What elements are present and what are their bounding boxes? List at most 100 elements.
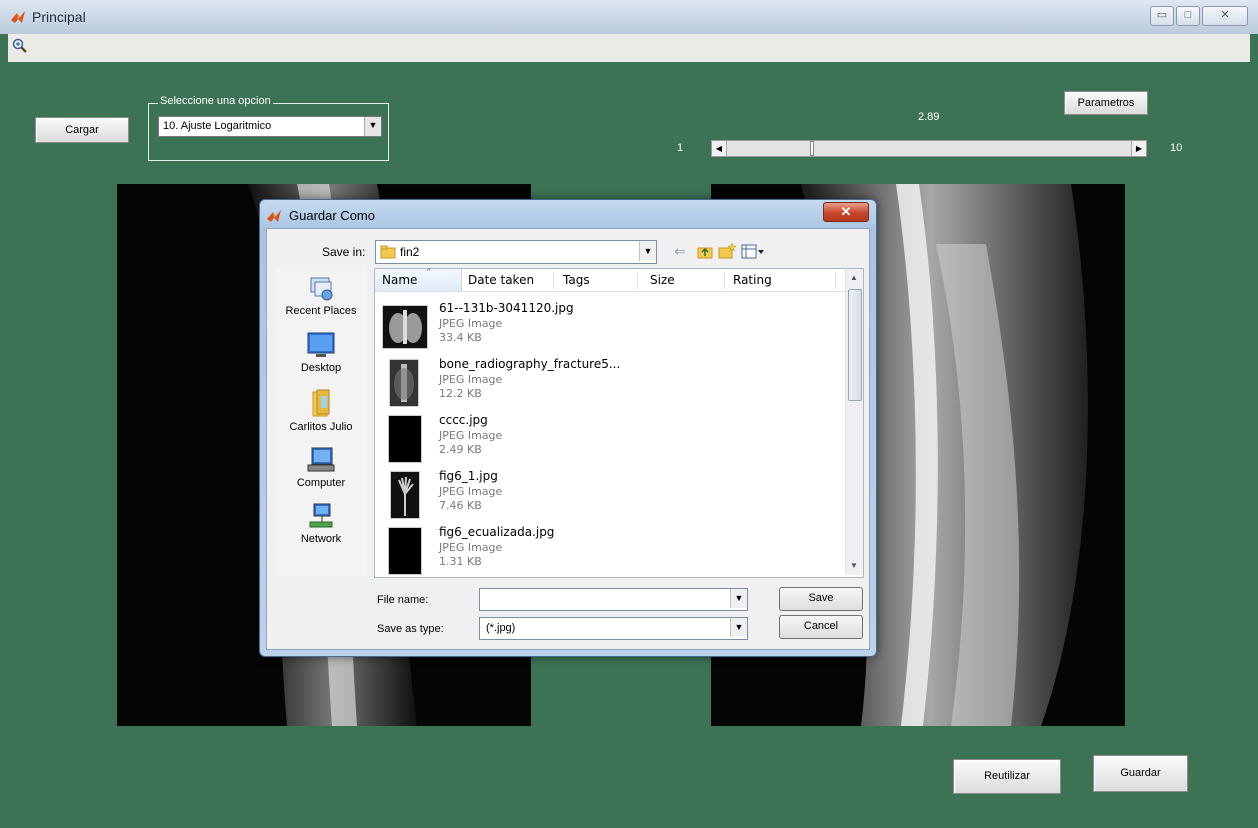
column-header-row: Name ^ Date taken Tags Size Rating bbox=[375, 267, 845, 292]
recent-places-icon bbox=[310, 277, 333, 301]
save-in-value: fin2 bbox=[400, 245, 420, 259]
file-name: cccc.jpg bbox=[439, 413, 488, 427]
matlab-icon bbox=[11, 11, 25, 23]
file-name: fig6_1.jpg bbox=[439, 469, 498, 483]
save-in-dropdown[interactable]: fin2 ▼ bbox=[375, 240, 657, 264]
network-icon bbox=[309, 503, 333, 528]
chevron-down-icon[interactable]: ▼ bbox=[730, 589, 747, 608]
matlab-icon bbox=[267, 210, 281, 222]
file-row[interactable]: fig6_1.jpg JPEG Image 7.46 KB bbox=[375, 469, 845, 521]
place-label: Recent Places bbox=[285, 305, 357, 317]
file-thumbnail bbox=[389, 359, 419, 407]
file-name: bone_radiography_fracture5... bbox=[439, 357, 621, 371]
dialog-close-button[interactable]: ✕ bbox=[823, 202, 869, 222]
chevron-down-icon[interactable]: ▼ bbox=[730, 618, 747, 637]
place-carlitos-julio[interactable]: Carlitos Julio bbox=[275, 388, 367, 433]
file-type: JPEG Image bbox=[439, 317, 503, 330]
cancel-button[interactable]: Cancel bbox=[779, 615, 863, 639]
slider-min-label: 1 bbox=[677, 142, 684, 154]
reutilizar-button[interactable]: Reutilizar bbox=[953, 759, 1061, 794]
place-desktop[interactable]: Desktop bbox=[275, 331, 367, 374]
figure-toolbar bbox=[8, 34, 1250, 63]
new-folder-icon[interactable] bbox=[718, 242, 736, 260]
file-thumbnail bbox=[388, 415, 422, 463]
file-type: JPEG Image bbox=[439, 485, 503, 498]
save-type-value: (*.jpg) bbox=[486, 622, 516, 634]
file-list[interactable]: Name ^ Date taken Tags Size Rating 61--1… bbox=[374, 267, 864, 578]
scroll-down-icon[interactable]: ▼ bbox=[850, 561, 858, 570]
file-row[interactable]: 61--131b-3041120.jpg JPEG Image 33.4 KB bbox=[375, 301, 845, 353]
file-name-input[interactable] bbox=[482, 591, 722, 606]
file-type: JPEG Image bbox=[439, 541, 503, 554]
save-type-label: Save as type: bbox=[377, 623, 444, 635]
sort-up-icon: ^ bbox=[427, 267, 431, 276]
file-name: fig6_ecualizada.jpg bbox=[439, 525, 555, 539]
column-name[interactable]: Name bbox=[382, 273, 417, 287]
file-name-field[interactable]: ▼ bbox=[479, 588, 748, 611]
file-size: 1.31 KB bbox=[439, 555, 482, 568]
folder-icon bbox=[380, 245, 396, 259]
zoom-in-icon[interactable] bbox=[12, 38, 28, 54]
guardar-button[interactable]: Guardar bbox=[1093, 755, 1188, 792]
desktop-icon bbox=[307, 332, 335, 357]
slider-right-arrow[interactable]: ▶ bbox=[1131, 141, 1146, 156]
window-titlebar bbox=[0, 0, 1258, 34]
options-panel-title: Seleccione una opcion bbox=[158, 95, 273, 107]
minimize-icon: ▭ bbox=[1156, 9, 1168, 21]
maximize-icon: □ bbox=[1184, 9, 1192, 21]
close-icon: ✕ bbox=[1220, 9, 1230, 21]
maximize-button[interactable]: □ bbox=[1176, 6, 1200, 26]
chevron-down-icon[interactable]: ▼ bbox=[364, 117, 381, 136]
scrollbar-thumb[interactable] bbox=[848, 289, 862, 401]
close-window-button[interactable]: ✕ bbox=[1202, 6, 1248, 26]
up-folder-icon[interactable] bbox=[697, 244, 713, 260]
parametros-button[interactable]: Parametros bbox=[1064, 91, 1148, 115]
file-size: 7.46 KB bbox=[439, 499, 482, 512]
file-row[interactable]: fig6_ecualizada.jpg JPEG Image 1.31 KB bbox=[375, 525, 845, 577]
file-row[interactable]: bone_radiography_fracture5... JPEG Image… bbox=[375, 357, 845, 409]
minimize-button[interactable]: ▭ bbox=[1150, 6, 1174, 26]
computer-icon bbox=[307, 447, 335, 472]
save-button[interactable]: Save bbox=[779, 587, 863, 611]
file-thumbnail bbox=[390, 471, 420, 519]
slider-value-label: 2.89 bbox=[918, 111, 940, 123]
user-folder-icon bbox=[312, 389, 330, 417]
place-label: Carlitos Julio bbox=[289, 421, 353, 433]
window-title: Principal bbox=[32, 9, 86, 25]
back-arrow-icon[interactable]: ⇐ bbox=[674, 243, 686, 260]
cargar-button[interactable]: Cargar bbox=[35, 117, 129, 143]
parameter-slider[interactable]: ◀ ▶ bbox=[711, 140, 1147, 157]
place-recent-places[interactable]: Recent Places bbox=[275, 274, 367, 317]
place-network[interactable]: Network bbox=[275, 502, 367, 545]
view-menu-icon[interactable] bbox=[741, 244, 765, 260]
save-type-dropdown[interactable]: (*.jpg) ▼ bbox=[479, 617, 748, 640]
scroll-up-icon[interactable]: ▲ bbox=[850, 273, 858, 282]
slider-left-arrow[interactable]: ◀ bbox=[712, 141, 727, 156]
slider-thumb[interactable] bbox=[810, 141, 815, 156]
file-type: JPEG Image bbox=[439, 429, 503, 442]
place-label: Computer bbox=[296, 477, 346, 489]
file-name: 61--131b-3041120.jpg bbox=[439, 301, 574, 315]
file-size: 12.2 KB bbox=[439, 387, 482, 400]
file-list-scrollbar[interactable]: ▲ ▼ bbox=[845, 269, 863, 575]
file-size: 33.4 KB bbox=[439, 331, 482, 344]
place-computer[interactable]: Computer bbox=[275, 446, 367, 489]
save-in-label: Save in: bbox=[322, 245, 366, 259]
dialog-title: Guardar Como bbox=[289, 208, 375, 223]
close-icon: ✕ bbox=[840, 204, 852, 219]
file-row[interactable]: cccc.jpg JPEG Image 2.49 KB bbox=[375, 413, 845, 465]
file-thumbnail bbox=[388, 527, 422, 575]
column-size[interactable]: Size bbox=[650, 273, 675, 287]
file-type: JPEG Image bbox=[439, 373, 503, 386]
places-bar: Recent Places Desktop Carlitos Julio Com… bbox=[275, 266, 367, 576]
option-popup[interactable]: 10. Ajuste Logaritmico ▼ bbox=[158, 116, 382, 137]
slider-max-label: 10 bbox=[1170, 142, 1183, 154]
file-thumbnail bbox=[382, 305, 428, 349]
place-label: Desktop bbox=[300, 362, 342, 374]
column-date-taken[interactable]: Date taken bbox=[468, 273, 534, 287]
column-tags[interactable]: Tags bbox=[563, 273, 590, 287]
column-rating[interactable]: Rating bbox=[733, 273, 772, 287]
place-label: Network bbox=[300, 533, 342, 545]
chevron-down-icon[interactable]: ▼ bbox=[639, 241, 656, 261]
file-name-label: File name: bbox=[377, 594, 429, 606]
